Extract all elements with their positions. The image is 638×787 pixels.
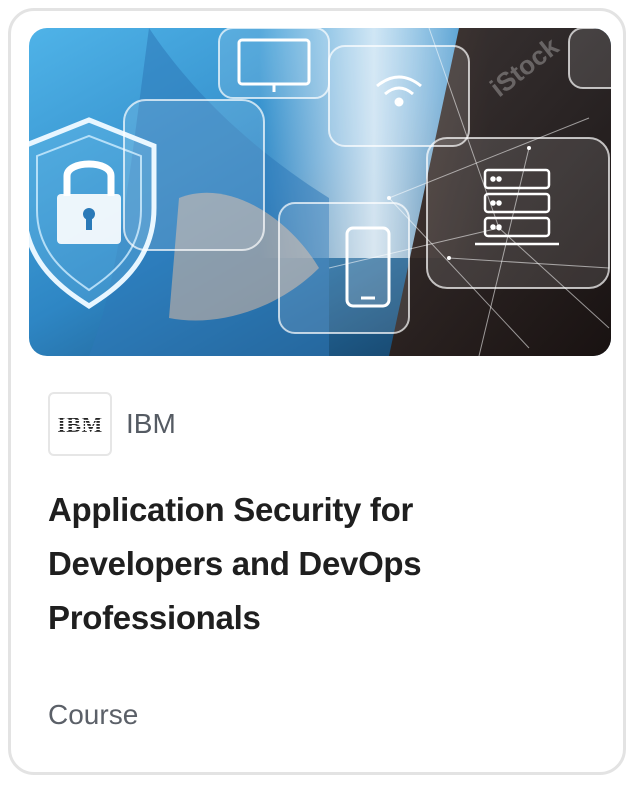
partner-row: IBM IBM — [48, 392, 176, 456]
course-hero-image: iStock — [29, 28, 611, 356]
product-type-label: Course — [48, 699, 139, 730]
course-card[interactable]: iStock IBM IBM Application Security for … — [8, 8, 626, 775]
course-title[interactable]: Application Security for Developers and … — [48, 483, 488, 645]
phone-icon — [345, 226, 391, 308]
ibm-logo-icon: IBM — [57, 412, 103, 436]
partner-name: IBM — [126, 408, 176, 439]
partner-logo-text: IBM — [57, 412, 103, 436]
hero-illustration: iStock — [29, 28, 611, 356]
partner-logo: IBM — [48, 392, 112, 456]
